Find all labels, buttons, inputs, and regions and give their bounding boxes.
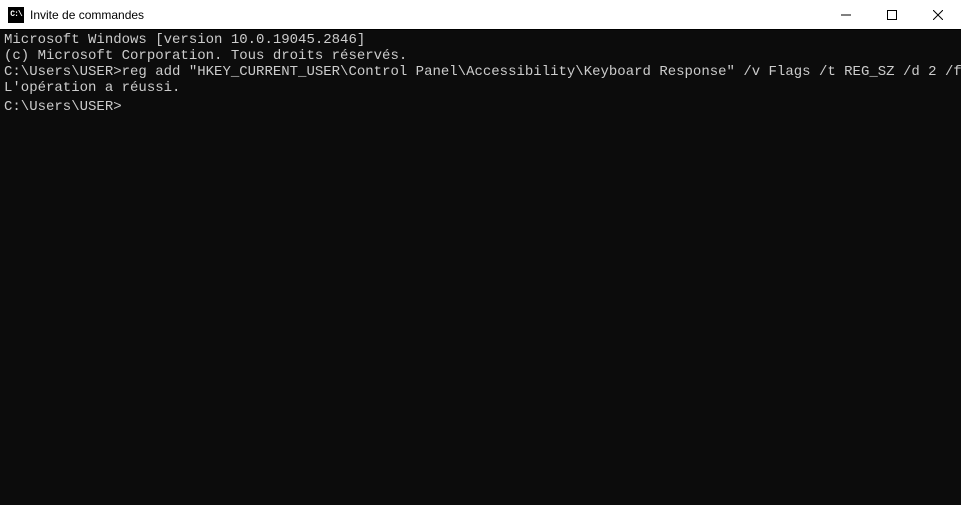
terminal-prompt-line: C:\Users\USER> (4, 96, 957, 115)
terminal-line: (c) Microsoft Corporation. Tous droits r… (4, 48, 957, 64)
cursor (122, 96, 130, 110)
terminal-output: L'opération a réussi. (4, 80, 957, 96)
command-text: reg add "HKEY_CURRENT_USER\Control Panel… (122, 64, 961, 80)
window-title: Invite de commandes (30, 8, 823, 22)
close-icon (933, 10, 943, 20)
window-controls (823, 0, 961, 29)
titlebar: C:\ Invite de commandes (0, 0, 961, 30)
cmd-icon: C:\ (8, 7, 24, 23)
terminal-line: Microsoft Windows [version 10.0.19045.28… (4, 32, 957, 48)
close-button[interactable] (915, 0, 961, 29)
minimize-button[interactable] (823, 0, 869, 29)
maximize-button[interactable] (869, 0, 915, 29)
maximize-icon (887, 10, 897, 20)
minimize-icon (841, 10, 851, 20)
prompt: C:\Users\USER> (4, 64, 122, 80)
prompt: C:\Users\USER> (4, 99, 122, 115)
terminal-command-line: C:\Users\USER>reg add "HKEY_CURRENT_USER… (4, 64, 957, 80)
terminal-area[interactable]: Microsoft Windows [version 10.0.19045.28… (0, 30, 961, 505)
